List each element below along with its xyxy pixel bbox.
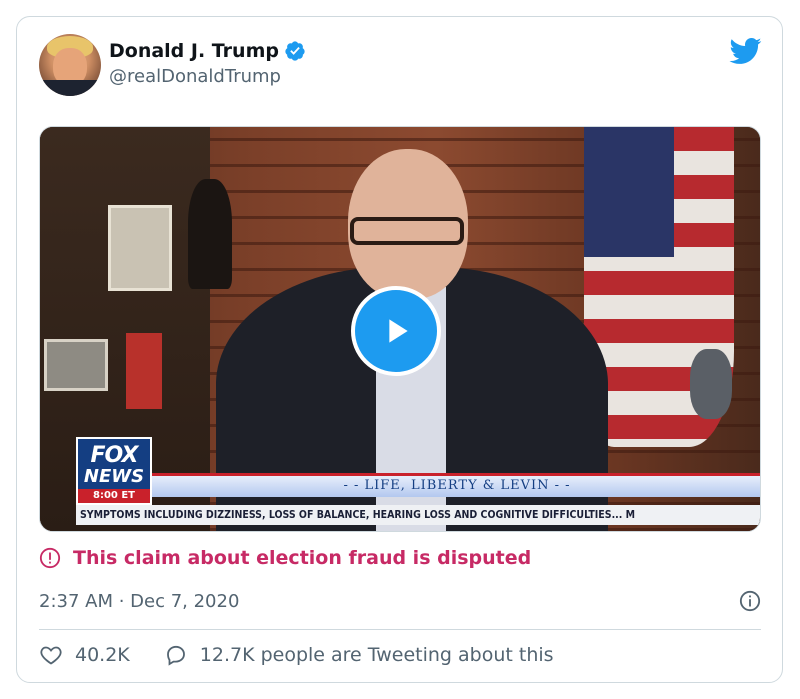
play-button[interactable] <box>351 286 441 376</box>
video-flag-canton <box>584 127 674 257</box>
twitter-bird-icon[interactable] <box>728 37 762 65</box>
show-title-bar: - - LIFE, LIBERTY & LEVIN - - <box>152 473 760 497</box>
alert-icon <box>39 547 61 569</box>
network-logo-top: FOX <box>90 443 139 468</box>
speech-bubble-icon <box>166 645 185 666</box>
video-microphone <box>690 349 732 419</box>
like-count: 40.2K <box>75 644 130 666</box>
video-portrait <box>108 205 172 291</box>
network-logo: FOX NEWS 8:00 ET <box>76 437 152 505</box>
like-action[interactable]: 40.2K <box>39 643 130 667</box>
avatar-suit <box>39 80 101 96</box>
author-handle[interactable]: @realDonaldTrump <box>109 66 306 87</box>
tweeting-count: 12.7K people are Tweeting about this <box>199 644 554 666</box>
timestamp-row: 2:37 AM · Dec 7, 2020 <box>39 588 761 614</box>
reply-action[interactable]: 12.7K people are Tweeting about this <box>164 643 554 667</box>
info-icon[interactable] <box>739 590 761 612</box>
heart-icon <box>40 646 62 665</box>
tweet-actions: 40.2K 12.7K people are Tweeting about th… <box>39 643 554 667</box>
tweet-timestamp[interactable]: 2:37 AM · Dec 7, 2020 <box>39 591 239 612</box>
news-ticker: SYMPTOMS INCLUDING DIZZINESS, LOSS OF BA… <box>76 505 760 525</box>
avatar[interactable] <box>39 34 101 96</box>
video-player[interactable]: FOX NEWS 8:00 ET - - LIFE, LIBERTY & LEV… <box>39 126 761 532</box>
broadcast-lower-third: FOX NEWS 8:00 ET - - LIFE, LIBERTY & LEV… <box>76 437 760 525</box>
video-host-glasses <box>350 217 464 245</box>
verified-badge-icon <box>285 41 305 61</box>
display-name-text: Donald J. Trump <box>109 40 279 62</box>
display-name[interactable]: Donald J. Trump <box>109 40 306 62</box>
disputed-claim-label[interactable]: This claim about election fraud is dispu… <box>39 547 531 569</box>
divider <box>39 629 761 630</box>
network-logo-bottom: NEWS <box>83 466 145 487</box>
video-bust <box>188 179 232 289</box>
tweet-card: Donald J. Trump @realDonaldTrump FOX NEW… <box>16 16 783 683</box>
video-photo <box>44 339 108 391</box>
play-icon <box>389 319 408 343</box>
broadcast-time: 8:00 ET <box>78 489 150 503</box>
disputed-claim-text[interactable]: This claim about election fraud is dispu… <box>73 547 531 569</box>
author-block[interactable]: Donald J. Trump @realDonaldTrump <box>109 40 306 87</box>
video-book <box>126 333 162 409</box>
